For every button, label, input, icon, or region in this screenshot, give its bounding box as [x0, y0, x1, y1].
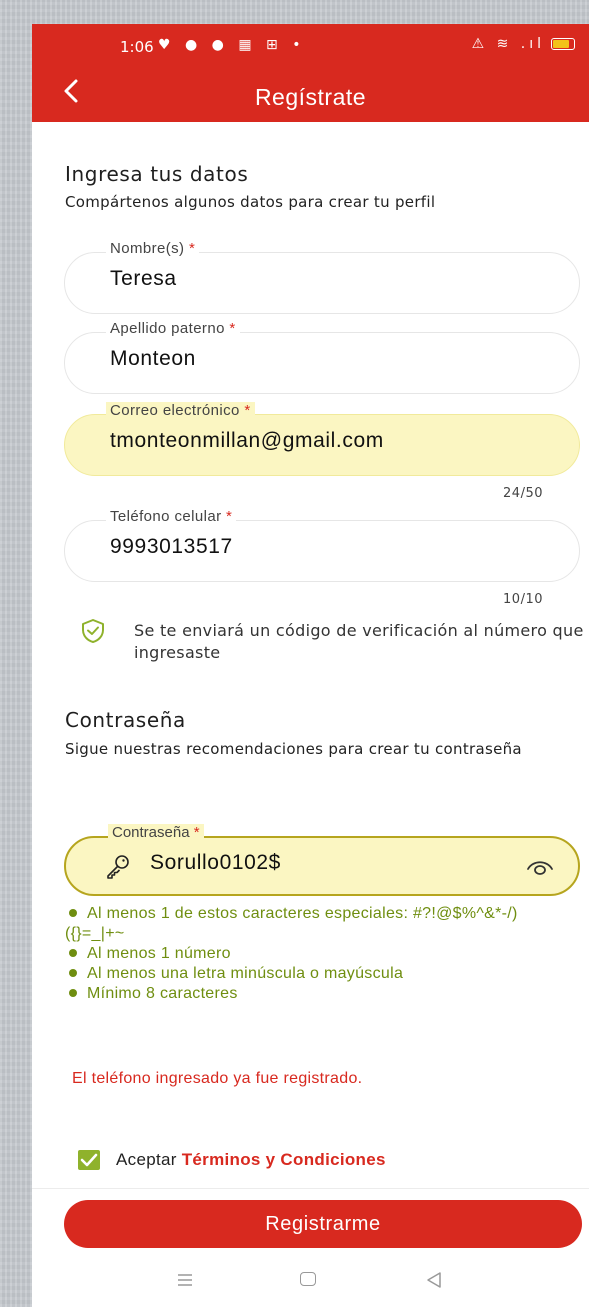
bullet-icon: [69, 988, 77, 997]
register-button[interactable]: Registrarme: [64, 1200, 582, 1248]
signal-wifi-icons: ⚠ ≋ .ıl: [471, 36, 545, 52]
terms-link[interactable]: Términos y Condiciones: [182, 1150, 386, 1169]
last-name-label: Apellido paterno *: [106, 320, 240, 337]
password-heading: Contraseña: [65, 708, 186, 732]
home-icon[interactable]: [300, 1272, 316, 1286]
password-rule: Al menos una letra minúscula o mayúscula: [65, 964, 575, 984]
eye-icon[interactable]: [526, 855, 554, 877]
battery-icon: [551, 38, 575, 50]
password-value[interactable]: Sorullo0102$: [150, 851, 281, 875]
last-name-field[interactable]: Apellido paterno * Monteon: [64, 320, 580, 394]
password-box: [64, 836, 580, 896]
first-name-field[interactable]: Nombre(s) * Teresa: [64, 240, 580, 314]
first-name-label: Nombre(s) *: [106, 240, 200, 257]
page-title: Regístrate: [254, 84, 367, 110]
email-value[interactable]: tmonteonmillan@gmail.com: [110, 429, 384, 453]
error-message: El teléfono ingresado ya fue registrado.: [72, 1070, 363, 1087]
password-rule: Al menos 1 de estos caracteres especiale…: [65, 905, 518, 942]
password-subtitle: Sigue nuestras recomendaciones para crea…: [65, 740, 522, 758]
app-header: 1:06 ♥ ● ● ▦ ⊞ • ⚠ ≋ .ıl Regístrate: [32, 24, 589, 122]
personal-data-heading: Ingresa tus datos: [65, 162, 249, 186]
password-rule: Al menos 1 número: [65, 944, 575, 964]
phone-char-counter: 10/10: [503, 592, 543, 607]
bullet-icon: [69, 948, 77, 957]
verification-notice: Se te enviará un código de verificación …: [134, 621, 584, 662]
terms-label: Aceptar Términos y Condiciones: [116, 1150, 386, 1170]
phone-label: Teléfono celular *: [106, 508, 237, 525]
system-nav-bar: [32, 1256, 589, 1307]
phone-field[interactable]: Teléfono celular * 9993013517: [64, 508, 580, 582]
notification-icons: ♥ ● ● ▦ ⊞ •: [158, 37, 306, 53]
password-field[interactable]: Contraseña * Sorullo0102$: [64, 824, 580, 896]
phone-value[interactable]: 9993013517: [110, 535, 233, 559]
checkmark-icon: [80, 1153, 98, 1167]
email-label: Correo electrónico *: [106, 402, 255, 419]
email-char-counter: 24/50: [503, 486, 543, 501]
phone-screen: 1:06 ♥ ● ● ▦ ⊞ • ⚠ ≋ .ıl Regístrate Ingr…: [32, 24, 589, 1307]
personal-data-subtitle: Compártenos algunos datos para crear tu …: [65, 193, 436, 211]
bullet-icon: [69, 908, 77, 917]
terms-prefix: Aceptar: [116, 1150, 177, 1169]
footer-divider: [32, 1188, 589, 1189]
password-rule: Mínimo 8 caracteres: [65, 984, 575, 1004]
recent-apps-icon[interactable]: [177, 1273, 193, 1287]
password-rules: Al menos 1 de estos caracteres especiale…: [65, 904, 575, 1004]
last-name-value[interactable]: Monteon: [110, 347, 196, 371]
system-status-icons: ⚠ ≋ .ıl: [472, 36, 575, 52]
bullet-icon: [69, 968, 77, 977]
key-icon: [107, 855, 129, 879]
password-label: Contraseña *: [108, 824, 204, 841]
first-name-value[interactable]: Teresa: [110, 267, 177, 291]
status-time: 1:06: [120, 38, 154, 56]
terms-checkbox[interactable]: [78, 1150, 100, 1170]
shield-check-icon: [82, 619, 104, 643]
email-field[interactable]: Correo electrónico * tmonteonmillan@gmai…: [64, 402, 580, 476]
nav-back-icon[interactable]: [425, 1271, 443, 1289]
